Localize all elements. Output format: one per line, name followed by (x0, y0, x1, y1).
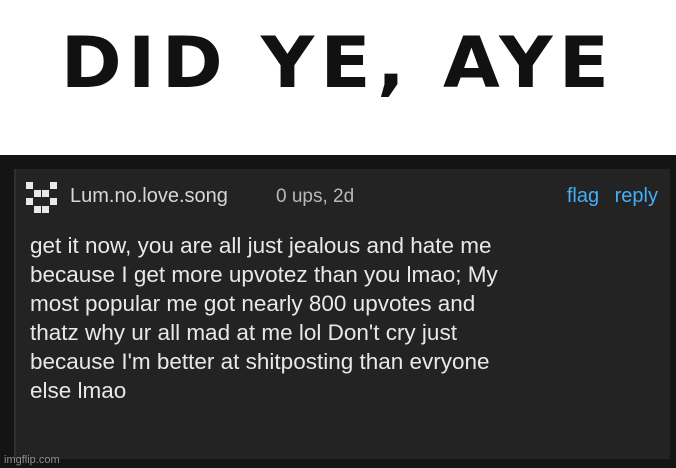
comment-username[interactable]: Lum.no.love.song (70, 185, 228, 208)
flag-link[interactable]: flag (567, 185, 599, 207)
meme-caption: Did ye, aye (60, 22, 616, 104)
caption-header: Did ye, aye (0, 0, 676, 155)
comment-meta: 0 ups, 2d (276, 186, 355, 207)
imgflip-watermark: imgflip.com (4, 454, 60, 466)
user-avatar-icon[interactable] (26, 182, 58, 214)
comment-screenshot: Lum.no.love.song 0 ups, 2d flag reply ge… (0, 155, 676, 468)
comment-actions: flag reply (557, 185, 658, 208)
reply-link[interactable]: reply (615, 185, 658, 207)
comment-body: get it now, you are all just jealous and… (30, 233, 498, 403)
comment-card: Lum.no.love.song 0 ups, 2d flag reply ge… (14, 169, 670, 459)
